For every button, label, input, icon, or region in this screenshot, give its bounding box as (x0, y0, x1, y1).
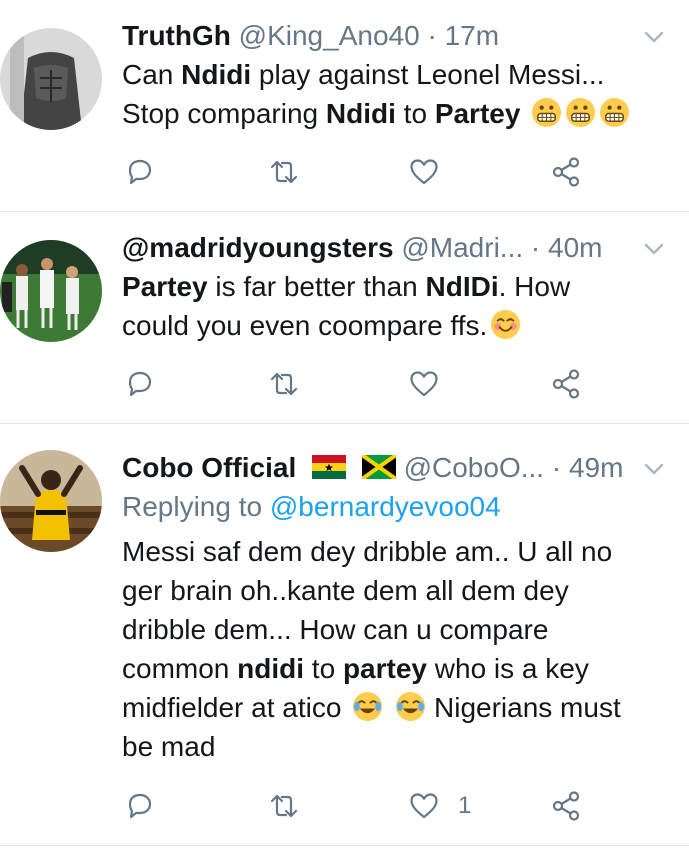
tweet-actions: 1 (120, 788, 590, 824)
like-button[interactable] (408, 154, 458, 190)
replying-to-link[interactable]: @bernardyevoo04 (270, 491, 501, 522)
tweet-header: @madridyoungsters @Madri... · 40m (122, 231, 645, 265)
separator-dot: · (427, 20, 437, 51)
avatar-image (0, 450, 102, 552)
tweet-text: Partey is far better than NdIDi. How cou… (122, 267, 669, 345)
avatar[interactable] (0, 450, 102, 552)
reply-button[interactable] (124, 154, 156, 190)
retweet-button[interactable] (268, 366, 300, 402)
tweet-text: Can Ndidi play against Leonel Messi... S… (122, 55, 669, 133)
grimacing-face-emoji (566, 97, 596, 128)
username[interactable]: @Madri... (401, 232, 523, 263)
chevron-down-icon[interactable] (643, 26, 665, 48)
tweet-header: Cobo Official @CoboO... · 49m (122, 451, 645, 485)
tweet-header: TruthGh @King_Ano40 · 17m (122, 19, 645, 53)
like-button[interactable] (408, 366, 458, 402)
share-icon (552, 791, 580, 821)
reply-icon (128, 371, 152, 397)
avatar[interactable] (0, 240, 102, 342)
tweet-actions (120, 154, 590, 190)
username[interactable]: @King_Ano40 (239, 20, 420, 51)
username[interactable]: @CoboO... (404, 452, 544, 483)
grimacing-face-emoji (532, 97, 562, 128)
tweet-line: dribble dem... How can u compare (122, 614, 549, 645)
share-button[interactable] (550, 366, 582, 402)
tweet[interactable]: TruthGh @King_Ano40 · 17m Can Ndidi play… (0, 0, 689, 212)
chevron-down-icon[interactable] (643, 238, 665, 260)
retweet-icon (270, 372, 298, 396)
share-icon (552, 369, 580, 399)
avatar-image (0, 28, 102, 130)
like-icon (410, 793, 438, 819)
grimacing-face-emoji (600, 97, 630, 128)
separator-dot: · (530, 232, 541, 263)
retweet-icon (270, 794, 298, 818)
retweet-icon (270, 160, 298, 184)
reply-button[interactable] (124, 788, 156, 824)
timestamp[interactable]: 49m (569, 452, 623, 483)
tears-of-joy-emoji (353, 691, 383, 722)
share-button[interactable] (550, 788, 582, 824)
reply-icon (128, 793, 152, 819)
retweet-button[interactable] (268, 788, 300, 824)
tweet[interactable]: @madridyoungsters @Madri... · 40m Partey… (0, 212, 689, 424)
timestamp[interactable]: 17m (445, 20, 499, 51)
tweet-line: be mad (122, 731, 216, 762)
share-button[interactable] (550, 154, 582, 190)
reply-icon (128, 159, 152, 185)
tweet-text: Messi saf dem dey dribble am.. U all no … (122, 532, 669, 766)
tweet-line: Stop comparing Ndidi to Partey (122, 94, 669, 133)
tweet-actions (120, 366, 590, 402)
replying-to-prefix: Replying to (122, 491, 270, 522)
tweet-line: common ndidi to partey who is a key (122, 653, 589, 684)
tears-of-joy-emoji (396, 691, 426, 722)
display-name[interactable]: TruthGh (122, 20, 231, 51)
avatar-image (0, 240, 102, 342)
replying-to: Replying to @bernardyevoo04 (122, 490, 501, 524)
display-name[interactable]: @madridyoungsters (122, 232, 394, 263)
tweet-line: Partey is far better than NdIDi. How (122, 271, 571, 302)
timestamp[interactable]: 40m (548, 232, 602, 263)
jamaica-flag (361, 455, 396, 479)
tweet-line: could you even coompare ffs. (122, 306, 669, 345)
like-icon (410, 159, 438, 185)
chevron-down-icon[interactable] (643, 458, 665, 480)
retweet-button[interactable] (268, 154, 300, 190)
tweet-line: ger brain oh..kante dem all dem dey (122, 575, 569, 606)
display-name[interactable]: Cobo Official (122, 452, 296, 483)
smiling-face-emoji (491, 309, 521, 340)
like-count: 1 (458, 792, 472, 819)
separator-dot: · (551, 452, 562, 483)
share-icon (552, 157, 580, 187)
tweet-line: Messi saf dem dey dribble am.. U all no (122, 536, 613, 567)
like-icon (410, 371, 438, 397)
tweet-line: midfielder at atico Nigerians must (122, 691, 621, 723)
tweet-line: Can Ndidi play against Leonel Messi... (122, 59, 605, 90)
like-button[interactable]: 1 (408, 788, 471, 824)
ghana-flag (312, 455, 347, 479)
divider (0, 845, 689, 846)
avatar[interactable] (0, 28, 102, 130)
tweet[interactable]: Cobo Official @CoboO... · 49m Replying t… (0, 424, 689, 849)
reply-button[interactable] (124, 366, 156, 402)
